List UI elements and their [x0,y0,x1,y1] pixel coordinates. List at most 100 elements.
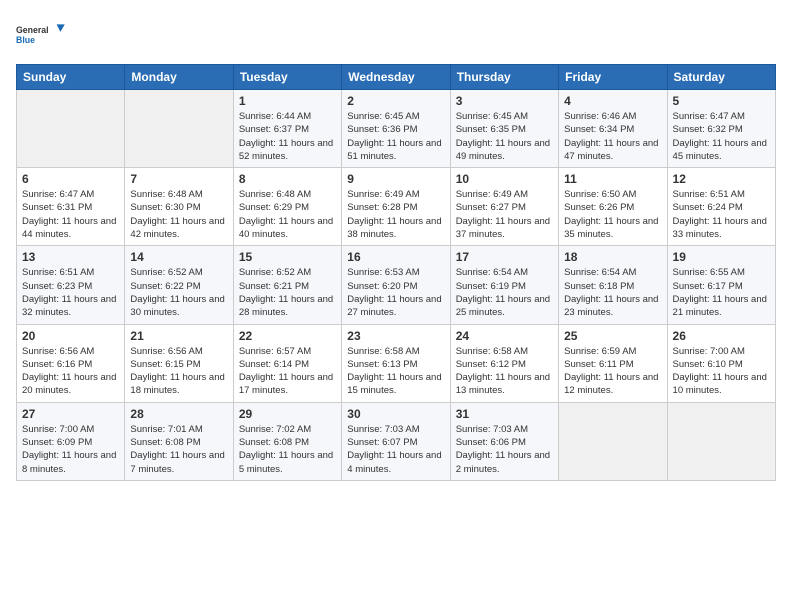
day-number: 15 [239,250,336,264]
day-number: 17 [456,250,553,264]
day-info: Sunrise: 6:58 AMSunset: 6:12 PMDaylight:… [456,345,553,398]
day-cell: 22 Sunrise: 6:57 AMSunset: 6:14 PMDayligh… [233,324,341,402]
day-number: 1 [239,94,336,108]
day-number: 13 [22,250,119,264]
day-number: 29 [239,407,336,421]
day-number: 7 [130,172,227,186]
day-cell: 6 Sunrise: 6:47 AMSunset: 6:31 PMDaylight… [17,168,125,246]
day-cell: 3 Sunrise: 6:45 AMSunset: 6:35 PMDaylight… [450,90,558,168]
day-info: Sunrise: 6:48 AMSunset: 6:30 PMDaylight:… [130,188,227,241]
weekday-header-row: SundayMondayTuesdayWednesdayThursdayFrid… [17,65,776,90]
day-cell: 8 Sunrise: 6:48 AMSunset: 6:29 PMDaylight… [233,168,341,246]
week-row-1: 1Sunrise: 6:44 AMSunset: 6:37 PMDaylight… [17,90,776,168]
calendar-body: 1Sunrise: 6:44 AMSunset: 6:37 PMDaylight… [17,90,776,481]
day-number: 28 [130,407,227,421]
day-cell [125,90,233,168]
day-info: Sunrise: 6:57 AMSunset: 6:14 PMDaylight:… [239,345,336,398]
day-info: Sunrise: 6:56 AMSunset: 6:16 PMDaylight:… [22,345,119,398]
day-info: Sunrise: 6:49 AMSunset: 6:27 PMDaylight:… [456,188,553,241]
day-info: Sunrise: 6:52 AMSunset: 6:22 PMDaylight:… [130,266,227,319]
week-row-5: 27 Sunrise: 7:00 AMSunset: 6:09 PMDayligh… [17,402,776,480]
weekday-header-saturday: Saturday [667,65,775,90]
day-info: Sunrise: 6:50 AMSunset: 6:26 PMDaylight:… [564,188,661,241]
header: General Blue [16,16,776,54]
weekday-header-monday: Monday [125,65,233,90]
logo-svg: General Blue [16,16,66,54]
day-cell: 28 Sunrise: 7:01 AMSunset: 6:08 PMDayligh… [125,402,233,480]
day-number: 2 [347,94,444,108]
weekday-header-sunday: Sunday [17,65,125,90]
day-cell [667,402,775,480]
weekday-header-wednesday: Wednesday [342,65,450,90]
day-info: Sunrise: 7:03 AMSunset: 6:06 PMDaylight:… [456,423,553,476]
day-cell: 20 Sunrise: 6:56 AMSunset: 6:16 PMDayligh… [17,324,125,402]
day-cell: 30Sunrise: 7:03 AMSunset: 6:07 PMDayligh… [342,402,450,480]
day-info: Sunrise: 6:49 AMSunset: 6:28 PMDaylight:… [347,188,444,241]
day-info: Sunrise: 6:45 AMSunset: 6:36 PMDaylight:… [347,110,444,163]
day-info: Sunrise: 6:48 AMSunset: 6:29 PMDaylight:… [239,188,336,241]
day-cell: 16Sunrise: 6:53 AMSunset: 6:20 PMDayligh… [342,246,450,324]
weekday-header-tuesday: Tuesday [233,65,341,90]
day-info: Sunrise: 6:58 AMSunset: 6:13 PMDaylight:… [347,345,444,398]
day-number: 6 [22,172,119,186]
weekday-header-thursday: Thursday [450,65,558,90]
day-cell [559,402,667,480]
day-number: 8 [239,172,336,186]
day-number: 31 [456,407,553,421]
day-info: Sunrise: 6:47 AMSunset: 6:31 PMDaylight:… [22,188,119,241]
day-cell: 7 Sunrise: 6:48 AMSunset: 6:30 PMDaylight… [125,168,233,246]
day-number: 24 [456,329,553,343]
day-number: 22 [239,329,336,343]
day-info: Sunrise: 7:00 AMSunset: 6:10 PMDaylight:… [673,345,770,398]
day-number: 11 [564,172,661,186]
day-cell: 23 Sunrise: 6:58 AMSunset: 6:13 PMDayligh… [342,324,450,402]
day-info: Sunrise: 6:45 AMSunset: 6:35 PMDaylight:… [456,110,553,163]
day-number: 14 [130,250,227,264]
day-cell [17,90,125,168]
day-number: 21 [130,329,227,343]
day-number: 27 [22,407,119,421]
day-info: Sunrise: 7:02 AMSunset: 6:08 PMDaylight:… [239,423,336,476]
day-cell: 12Sunrise: 6:51 AMSunset: 6:24 PMDayligh… [667,168,775,246]
day-cell: 21Sunrise: 6:56 AMSunset: 6:15 PMDayligh… [125,324,233,402]
day-cell: 27 Sunrise: 7:00 AMSunset: 6:09 PMDayligh… [17,402,125,480]
day-cell: 2 Sunrise: 6:45 AMSunset: 6:36 PMDaylight… [342,90,450,168]
logo: General Blue [16,16,66,54]
day-number: 4 [564,94,661,108]
day-number: 12 [673,172,770,186]
day-info: Sunrise: 7:03 AMSunset: 6:07 PMDaylight:… [347,423,444,476]
day-number: 10 [456,172,553,186]
day-cell: 10 Sunrise: 6:49 AMSunset: 6:27 PMDayligh… [450,168,558,246]
day-cell: 18Sunrise: 6:54 AMSunset: 6:18 PMDayligh… [559,246,667,324]
day-cell: 31 Sunrise: 7:03 AMSunset: 6:06 PMDayligh… [450,402,558,480]
calendar-table: SundayMondayTuesdayWednesdayThursdayFrid… [16,64,776,481]
svg-text:Blue: Blue [16,35,35,45]
svg-text:General: General [16,25,49,35]
day-info: Sunrise: 6:52 AMSunset: 6:21 PMDaylight:… [239,266,336,319]
day-cell: 1Sunrise: 6:44 AMSunset: 6:37 PMDaylight… [233,90,341,168]
day-number: 26 [673,329,770,343]
week-row-2: 6 Sunrise: 6:47 AMSunset: 6:31 PMDaylight… [17,168,776,246]
day-info: Sunrise: 6:55 AMSunset: 6:17 PMDaylight:… [673,266,770,319]
day-number: 23 [347,329,444,343]
day-info: Sunrise: 7:00 AMSunset: 6:09 PMDaylight:… [22,423,119,476]
day-cell: 24 Sunrise: 6:58 AMSunset: 6:12 PMDayligh… [450,324,558,402]
day-cell: 29 Sunrise: 7:02 AMSunset: 6:08 PMDayligh… [233,402,341,480]
day-number: 3 [456,94,553,108]
day-info: Sunrise: 6:59 AMSunset: 6:11 PMDaylight:… [564,345,661,398]
day-info: Sunrise: 7:01 AMSunset: 6:08 PMDaylight:… [130,423,227,476]
day-info: Sunrise: 6:54 AMSunset: 6:19 PMDaylight:… [456,266,553,319]
weekday-header-friday: Friday [559,65,667,90]
day-cell: 25 Sunrise: 6:59 AMSunset: 6:11 PMDayligh… [559,324,667,402]
day-number: 9 [347,172,444,186]
day-number: 20 [22,329,119,343]
week-row-3: 13Sunrise: 6:51 AMSunset: 6:23 PMDayligh… [17,246,776,324]
day-number: 16 [347,250,444,264]
day-number: 25 [564,329,661,343]
day-cell: 19Sunrise: 6:55 AMSunset: 6:17 PMDayligh… [667,246,775,324]
day-info: Sunrise: 6:46 AMSunset: 6:34 PMDaylight:… [564,110,661,163]
day-cell: 17 Sunrise: 6:54 AMSunset: 6:19 PMDayligh… [450,246,558,324]
day-cell: 14 Sunrise: 6:52 AMSunset: 6:22 PMDayligh… [125,246,233,324]
day-info: Sunrise: 6:47 AMSunset: 6:32 PMDaylight:… [673,110,770,163]
day-cell: 26 Sunrise: 7:00 AMSunset: 6:10 PMDayligh… [667,324,775,402]
